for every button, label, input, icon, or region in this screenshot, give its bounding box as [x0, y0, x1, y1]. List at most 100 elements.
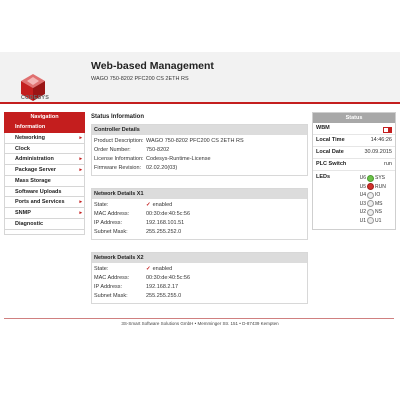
led-id: U6 — [359, 175, 366, 182]
row-value: 00:30:de:40:5c:56 — [146, 275, 191, 281]
navigation-menu: Navigation Information Networking ▸ Clock… — [4, 112, 85, 235]
nav-item-label: Mass Storage — [15, 177, 51, 184]
panel-header: Network Details X2 — [92, 253, 307, 263]
led-row: U5 RUN — [356, 183, 392, 192]
led-row: U6 SYS — [356, 174, 392, 183]
row-value: 750-8202 — [146, 147, 170, 153]
local-time-value: 14:46:26 — [370, 137, 392, 143]
row-value: Codesys-Runtime-License — [146, 156, 211, 162]
panel-header: Network Details X1 — [92, 189, 307, 199]
led-id: U1 — [359, 217, 366, 224]
leds-section: LEDs U6 SYS U5 RUN U4 IO U3 MS U2 NS U1 U1 — [313, 171, 395, 229]
led-name: MS — [375, 200, 383, 207]
row-value: 02.02.20(03) — [146, 165, 178, 171]
led-name: NS — [375, 209, 382, 216]
info-row: License Information: Codesys-Runtime-Lice… — [92, 155, 307, 164]
row-label: Product Description: — [94, 138, 144, 144]
logo-text: CODESYS — [20, 95, 50, 101]
row-label: IP Address: — [94, 284, 123, 290]
nav-item-label: Diagnostic — [15, 220, 44, 227]
led-row: U4 IO — [356, 191, 392, 200]
row-label: Order Number: — [94, 147, 131, 153]
nav-item-software-uploads[interactable]: Software Uploads — [4, 186, 85, 198]
nav-item-label: Networking — [15, 134, 45, 141]
wbm-row: WBM — [313, 123, 395, 135]
info-row: Subnet Mask: 255.255.255.0 — [92, 292, 307, 301]
local-date-row: Local Date 30.09.2015 — [313, 147, 395, 159]
row-label: State: — [94, 202, 109, 208]
leds-label: LEDs — [316, 174, 331, 180]
led-name: U1 — [375, 217, 382, 224]
led-row: U2 NS — [356, 208, 392, 217]
info-row: MAC Address: 00:30:de:40:5c:56 — [92, 210, 307, 219]
nav-item-label: Administration — [15, 156, 54, 163]
row-value: WAGO 750-8202 PFC200 CS 2ETH RS — [146, 138, 244, 144]
info-row: State: ✓ enabled — [92, 201, 307, 210]
navigation-title: Navigation — [4, 112, 85, 122]
led-indicator-icon — [367, 217, 374, 225]
led-indicator-icon — [367, 183, 374, 191]
led-row: U3 MS — [356, 200, 392, 209]
navigation-footer — [4, 229, 85, 235]
chevron-right-icon: ▸ — [79, 156, 82, 163]
row-label: Subnet Mask: — [94, 229, 128, 235]
led-id: U5 — [359, 183, 366, 190]
nav-item-label: Information — [15, 124, 46, 130]
row-label: Subnet Mask: — [94, 293, 128, 299]
nav-item-information[interactable]: Information — [4, 122, 85, 133]
info-row: Firmware Revision: 02.02.20(03) — [92, 164, 307, 173]
checkmark-icon: ✓ — [146, 202, 151, 208]
nav-item-mass-storage[interactable]: Mass Storage — [4, 175, 85, 187]
main-content: Status Information Controller Details Pr… — [91, 112, 308, 316]
row-value: 255.255.252.0 — [146, 229, 182, 235]
row-label: MAC Address: — [94, 275, 130, 281]
status-title: Status — [313, 113, 395, 123]
row-label: MAC Address: — [94, 211, 130, 217]
chevron-right-icon: ▸ — [79, 210, 82, 216]
nav-item-diagnostic[interactable]: Diagnostic — [4, 218, 85, 230]
local-time-row: Local Time 14:46:26 — [313, 135, 395, 147]
header-divider — [0, 102, 400, 104]
plc-switch-value: run — [384, 161, 392, 167]
wbm-toggle[interactable] — [383, 126, 392, 133]
info-row: Order Number: 750-8202 — [92, 146, 307, 155]
state-value: enabled — [152, 202, 173, 208]
row-label: License Information: — [94, 156, 144, 162]
row-value: 192.168.2.17 — [146, 284, 179, 290]
info-row: IP Address: 192.168.101.51 — [92, 219, 307, 228]
wbm-label: WBM — [316, 125, 330, 131]
plc-switch-row: PLC Switch run — [313, 159, 395, 171]
info-row: State: ✓ enabled — [92, 265, 307, 274]
nav-item-label: Package Server — [15, 167, 56, 173]
info-row: Subnet Mask: 255.255.252.0 — [92, 228, 307, 237]
led-id: U3 — [359, 200, 366, 207]
nav-item-clock[interactable]: Clock — [4, 143, 85, 155]
info-row: Product Description: WAGO 750-8202 PFC200… — [92, 137, 307, 146]
info-row: IP Address: 192.168.2.17 — [92, 283, 307, 292]
nav-item-administration[interactable]: Administration ▸ — [4, 154, 85, 165]
led-indicator-icon — [367, 174, 374, 182]
led-indicator-icon — [367, 200, 374, 208]
status-panel: Status WBM Local Time 14:46:26 Local Date… — [312, 112, 396, 230]
row-label: Firmware Revision: — [94, 165, 142, 171]
panel-header: Controller Details — [92, 125, 307, 135]
nav-item-snmp[interactable]: SNMP ▸ — [4, 208, 85, 219]
local-date-label: Local Date — [316, 149, 344, 155]
info-row: MAC Address: 00:30:de:40:5c:56 — [92, 274, 307, 283]
nav-item-package-server[interactable]: Package Server ▸ — [4, 165, 85, 176]
led-indicator-icon — [367, 208, 374, 216]
nav-item-ports-and-services[interactable]: Ports and Services ▸ — [4, 197, 85, 208]
row-value: 255.255.255.0 — [146, 293, 182, 299]
local-time-label: Local Time — [316, 137, 345, 143]
page-title: Web-based Management — [91, 60, 214, 72]
device-name: WAGO 750-8202 PFC200 CS 2ETH RS — [91, 76, 189, 82]
local-date-value: 30.09.2015 — [364, 149, 392, 155]
controller-details-panel: Controller Details Product Description: W… — [91, 124, 308, 176]
nav-item-label: Clock — [15, 145, 30, 152]
led-name: RUN — [375, 183, 386, 190]
network-x2-panel: Network Details X2 State: ✓ enabled MAC Ad… — [91, 252, 308, 304]
row-value: 192.168.101.51 — [146, 220, 185, 226]
nav-item-networking[interactable]: Networking ▸ — [4, 132, 85, 144]
led-id: U2 — [359, 209, 366, 216]
nav-item-label: SNMP — [15, 210, 31, 216]
